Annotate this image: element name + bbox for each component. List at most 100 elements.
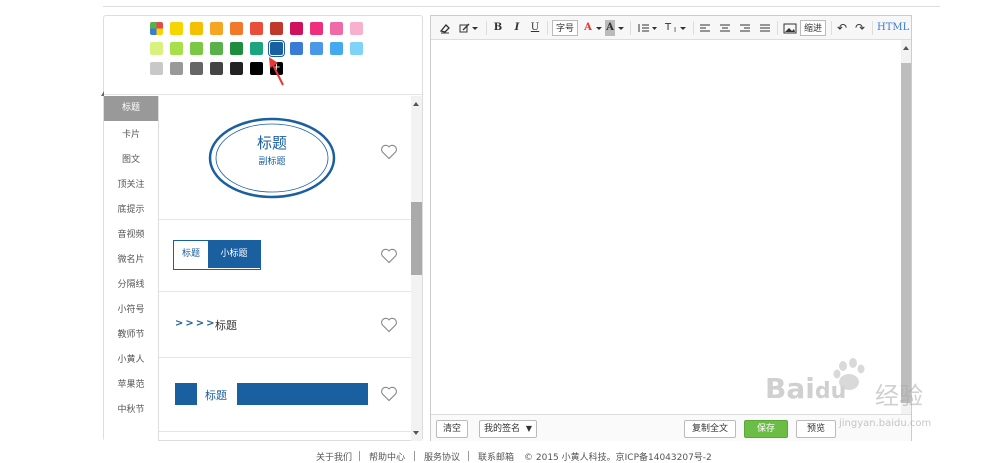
color-swatch[interactable]	[250, 22, 263, 35]
color-swatch[interactable]	[310, 42, 323, 55]
bg-color-button[interactable]: A	[605, 20, 615, 36]
template-4-bar	[237, 383, 368, 405]
color-swatch-selected[interactable]	[269, 41, 284, 56]
category-item[interactable]: 分隔线	[104, 273, 158, 298]
chevron-down-icon[interactable]	[595, 20, 603, 36]
footer-email-link[interactable]: 联系邮箱	[478, 450, 514, 463]
favorite-heart-icon[interactable]	[380, 317, 398, 333]
category-item[interactable]: 中秋节	[104, 398, 158, 423]
color-swatch[interactable]	[330, 42, 343, 55]
category-item[interactable]: 音视频	[104, 223, 158, 248]
editor-toolbar: B I U 字号 A A T I 缩进 ↶ ↷ HTML	[431, 16, 911, 40]
font-color-button[interactable]: A	[583, 20, 593, 36]
favorite-heart-icon[interactable]	[380, 248, 398, 264]
category-item[interactable]: 小符号	[104, 298, 158, 323]
align-left-icon[interactable]	[699, 20, 711, 36]
color-swatch[interactable]	[190, 42, 203, 55]
eraser-icon[interactable]	[439, 20, 451, 36]
category-item[interactable]: 苹果范	[104, 373, 158, 398]
indent-button[interactable]: 缩进	[800, 20, 826, 36]
italic-button[interactable]: I	[511, 20, 523, 36]
color-swatch[interactable]	[210, 22, 223, 35]
footer-about-link[interactable]: 关于我们	[316, 450, 352, 463]
template-4-square	[175, 383, 197, 405]
color-swatch[interactable]	[330, 22, 343, 35]
color-swatch[interactable]	[250, 62, 263, 75]
footer-copyright: © 2015 小黄人科技。京ICP备14043207号-2	[524, 453, 712, 463]
scroll-up-arrow-icon[interactable]	[413, 102, 419, 106]
redo-icon[interactable]: ↷	[854, 20, 866, 36]
category-item[interactable]: 微名片	[104, 248, 158, 273]
color-swatch[interactable]	[210, 62, 223, 75]
signature-dropdown[interactable]: 我的签名 ▼	[479, 420, 537, 438]
category-item[interactable]: 标题	[101, 91, 158, 121]
color-swatch[interactable]	[230, 62, 243, 75]
undo-icon[interactable]: ↶	[836, 20, 848, 36]
color-swatch[interactable]	[170, 22, 183, 35]
custom-color-wheel-icon[interactable]	[150, 22, 163, 35]
color-swatch[interactable]	[170, 42, 183, 55]
chevron-down-icon[interactable]	[617, 20, 625, 36]
color-swatch[interactable]	[270, 22, 283, 35]
image-icon[interactable]	[783, 20, 797, 36]
favorite-heart-icon[interactable]	[380, 386, 398, 402]
color-swatch[interactable]	[190, 22, 203, 35]
template-card-4[interactable]: 标题	[159, 358, 411, 432]
scroll-thumb[interactable]	[411, 202, 422, 275]
bold-button[interactable]: B	[492, 20, 504, 36]
svg-text:I: I	[674, 26, 676, 34]
clear-button[interactable]: 清空	[436, 420, 468, 438]
align-justify-icon[interactable]	[759, 20, 771, 36]
category-item[interactable]: 卡片	[104, 123, 158, 148]
scroll-down-arrow-icon[interactable]	[413, 431, 419, 435]
template-4-title: 标题	[205, 389, 227, 402]
color-swatch[interactable]	[310, 22, 323, 35]
color-swatch[interactable]	[350, 22, 363, 35]
footer-divider	[468, 451, 469, 461]
align-right-icon[interactable]	[739, 20, 751, 36]
color-swatch[interactable]	[170, 62, 183, 75]
color-swatch[interactable]	[230, 42, 243, 55]
color-swatch[interactable]	[190, 62, 203, 75]
category-item[interactable]: 顶关注	[104, 173, 158, 198]
align-center-icon[interactable]	[719, 20, 731, 36]
color-swatch[interactable]	[210, 42, 223, 55]
template-scrollbar[interactable]	[411, 96, 422, 441]
category-item[interactable]: 小黄人	[104, 348, 158, 373]
template-card-2[interactable]: 标题 小标题	[159, 220, 411, 292]
favorite-heart-icon[interactable]	[380, 144, 398, 160]
category-item[interactable]: 教师节	[104, 323, 158, 348]
line-spacing-icon[interactable]	[636, 20, 658, 36]
color-swatch[interactable]	[250, 42, 263, 55]
category-item[interactable]: 底提示	[104, 198, 158, 223]
color-swatch[interactable]	[230, 22, 243, 35]
template-card-3[interactable]: >>>> 标题	[159, 292, 411, 358]
color-swatch[interactable]	[350, 42, 363, 55]
template-card-1[interactable]: 标题 副标题	[159, 96, 411, 220]
template-list: 标题 副标题 标题 小标题 >>>> 标题 标题	[158, 96, 411, 441]
html-source-button[interactable]: HTML	[877, 20, 909, 36]
template-3-arrows: >>>>	[175, 318, 217, 329]
category-nav: 标题 卡片 图文 顶关注 底提示 音视频 微名片 分隔线 小符号 教师节 小黄人 苹果范 中秋节	[101, 91, 158, 441]
color-swatch[interactable]	[290, 42, 303, 55]
template-2-left: 标题	[181, 249, 200, 259]
toolbar-divider	[872, 21, 873, 35]
style-panel: + 标题 卡片 图文 顶关注 底提示 音视频 微名片 分隔线 小符号 教师节 小黄人 苹果范 中秋节 标…	[101, 15, 423, 441]
category-item[interactable]: 图文	[104, 148, 158, 173]
signature-label: 我的签名	[484, 424, 521, 434]
fontsize-button[interactable]: 字号	[552, 20, 578, 36]
footer-terms-link[interactable]: 服务协议	[424, 450, 460, 463]
template-3-title: 标题	[215, 319, 237, 332]
color-swatch[interactable]	[290, 22, 303, 35]
format-brush-icon[interactable]	[459, 20, 479, 36]
footer-help-link[interactable]: 帮助中心	[369, 450, 405, 463]
underline-button[interactable]: U	[529, 20, 541, 36]
heading-dropdown-icon[interactable]: I	[673, 20, 689, 36]
toolbar-divider	[547, 21, 548, 35]
color-swatch[interactable]	[150, 62, 163, 75]
heading-button[interactable]: T	[663, 20, 673, 36]
color-swatch[interactable]	[150, 42, 163, 55]
watermark-url: jingyan.baidu.com	[839, 418, 932, 429]
scroll-up-arrow-icon[interactable]	[903, 46, 909, 50]
copy-all-button[interactable]: 复制全文	[684, 420, 736, 438]
